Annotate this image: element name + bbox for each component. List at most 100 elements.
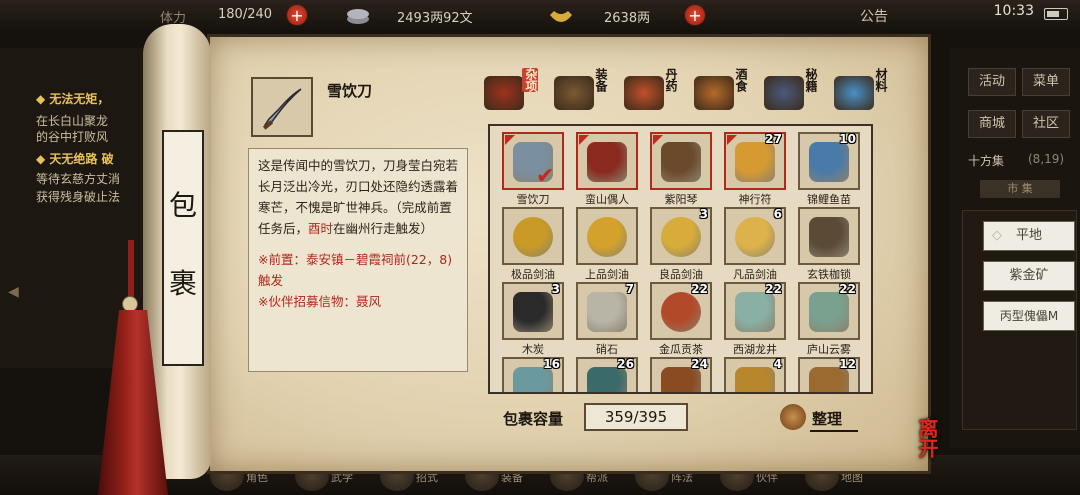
menu-button[interactable]: 菜单 <box>1022 68 1070 96</box>
tab-roast-food[interactable]: 酒食 <box>690 66 752 116</box>
item-count: 22 <box>691 282 708 296</box>
activity-button[interactable]: 活动 <box>968 68 1016 96</box>
tab-crystal[interactable]: 材料 <box>830 66 892 116</box>
item-name: 蛮山偶人 <box>585 193 629 206</box>
inventory-slot[interactable]: 22 <box>724 282 786 340</box>
tab-label: 酒食 <box>734 68 748 92</box>
map-item-ore[interactable]: 紫金矿 <box>983 261 1075 291</box>
selected-item-name: 雪饮刀 <box>327 82 373 100</box>
description-tail: 在幽州行走触发） <box>333 221 434 236</box>
tab-jar[interactable]: 杂项 <box>480 66 542 116</box>
inventory-slot[interactable]: 10 <box>798 132 860 190</box>
rarity-flag-icon <box>505 135 515 145</box>
location-name: 十方集 <box>968 154 1005 168</box>
inventory-slot[interactable]: 22 <box>798 282 860 340</box>
oil-jar-icon <box>661 217 701 257</box>
inventory-slot[interactable]: 16 <box>502 357 564 392</box>
inventory-slot[interactable] <box>576 207 638 265</box>
inventory-slot[interactable] <box>798 207 860 265</box>
selected-item-icon <box>251 77 517 168</box>
rarity-flag-icon <box>653 135 663 145</box>
item-count: 7 <box>625 282 634 296</box>
quest-heading: ◆ 无法无矩， <box>36 92 110 106</box>
collapse-arrow-icon[interactable]: ◀ <box>8 284 19 300</box>
puppet-icon <box>587 142 627 182</box>
inventory-slot[interactable]: ✔ <box>502 132 564 190</box>
tea-cake-icon <box>661 292 701 332</box>
tab-book-stack[interactable]: 秘籍 <box>760 66 822 116</box>
vase-icon <box>513 367 553 392</box>
inventory-slot[interactable]: 27 <box>724 132 786 190</box>
location-readout: 十方集 (8,19) <box>968 152 1080 174</box>
inventory-slot[interactable]: 22 <box>650 282 712 340</box>
item-name: 木炭 <box>522 343 544 356</box>
money-bag-icon <box>780 404 806 430</box>
pill-plate-icon <box>624 76 664 110</box>
item-count: 26 <box>617 357 634 371</box>
oil-jar-icon <box>735 217 775 257</box>
organize-button[interactable]: 整理 <box>780 404 860 432</box>
item-count: 22 <box>765 282 782 296</box>
tab-scroll-bundle[interactable]: 装备 <box>550 66 612 116</box>
add-silver-button[interactable]: + <box>684 4 706 26</box>
inventory-slot[interactable]: 3 <box>502 282 564 340</box>
item-count: 16 <box>543 357 560 371</box>
inventory-slot[interactable]: 26 <box>576 357 638 392</box>
charcoal-icon <box>513 292 553 332</box>
prerequisite-text: ※前置：泰安镇－碧霞祠前(22，8)触发 <box>258 252 453 288</box>
item-count: 12 <box>839 357 856 371</box>
inventory-slot[interactable] <box>650 132 712 190</box>
add-stamina-button[interactable]: + <box>286 4 308 26</box>
inventory-slot[interactable] <box>576 132 638 190</box>
silver-value: 2638两 <box>604 11 651 26</box>
item-description: 这是传闻中的雪饮刀，刀身莹白宛若长月泛出冷光，刃口处还隐约透露着寒芒，不愧是旷世… <box>248 148 468 372</box>
inventory-slot[interactable] <box>502 207 564 265</box>
shop-button[interactable]: 商城 <box>968 110 1016 138</box>
talisman-icon <box>735 142 775 182</box>
ingot-icon <box>550 11 572 22</box>
stamina-resource: 体力 180/240 + <box>160 4 310 26</box>
battery-icon <box>1044 8 1068 20</box>
armor-icon <box>809 367 849 392</box>
inventory-slot[interactable]: 7 <box>576 282 638 340</box>
book-stack-icon <box>764 76 804 110</box>
fish-bowl-icon <box>809 142 849 182</box>
organize-underline <box>810 430 858 432</box>
notice-button[interactable]: 公告 <box>860 6 888 26</box>
item-name: 凡品剑油 <box>733 268 777 281</box>
tab-label: 杂项 <box>522 68 538 92</box>
item-name: 玄铁枷锁 <box>807 268 851 281</box>
coin-stack-icon <box>347 9 369 24</box>
scroll-cord <box>128 240 134 300</box>
quest-detail: 获得残身破止法 <box>36 190 121 204</box>
copper-resource: 2493两92文 <box>345 5 515 26</box>
location-coords: (8,19) <box>1028 152 1065 166</box>
map-item-flat[interactable]: ◇ 平地 <box>983 221 1075 251</box>
category-tabs: 杂项 装备 丹药 酒食 秘籍 材料 <box>480 66 900 116</box>
item-count: 27 <box>765 132 782 146</box>
item-count: 3 <box>551 282 560 296</box>
inventory-slot[interactable]: 6 <box>724 207 786 265</box>
item-name: 西湖龙井 <box>733 343 777 356</box>
tab-pill-plate[interactable]: 丹药 <box>620 66 682 116</box>
quest-detail: 的谷中打败风 <box>36 130 109 144</box>
organize-label: 整理 <box>812 410 843 428</box>
inventory-slot[interactable]: 12 <box>798 357 860 392</box>
diamond-icon: ◇ <box>992 228 1002 243</box>
rarity-flag-icon <box>727 135 737 145</box>
capacity-value: 359/395 <box>584 403 688 431</box>
description-time: 酉时 <box>308 221 334 236</box>
title-char-1: 包 <box>168 189 197 222</box>
leave-button[interactable]: 离开 <box>900 416 948 462</box>
item-name: 上品剑油 <box>585 268 629 281</box>
chest-icon <box>661 367 701 392</box>
zither-icon <box>661 142 701 182</box>
quest-heading: ◆ 天无绝路 破 <box>36 152 114 166</box>
community-button[interactable]: 社区 <box>1022 110 1070 138</box>
dart-icon <box>587 367 627 392</box>
inventory-slot[interactable]: 3 <box>650 207 712 265</box>
item-name: 极品剑油 <box>511 268 555 281</box>
map-item-puppet[interactable]: 丙型傀儡M <box>983 301 1075 331</box>
inventory-slot[interactable]: 4 <box>724 357 786 392</box>
inventory-slot[interactable]: 24 <box>650 357 712 392</box>
